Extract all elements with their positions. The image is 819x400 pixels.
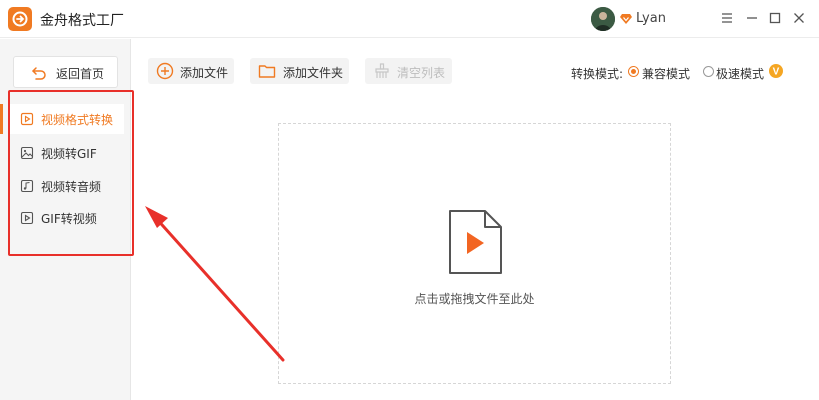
annotation-arrow [145,206,285,362]
